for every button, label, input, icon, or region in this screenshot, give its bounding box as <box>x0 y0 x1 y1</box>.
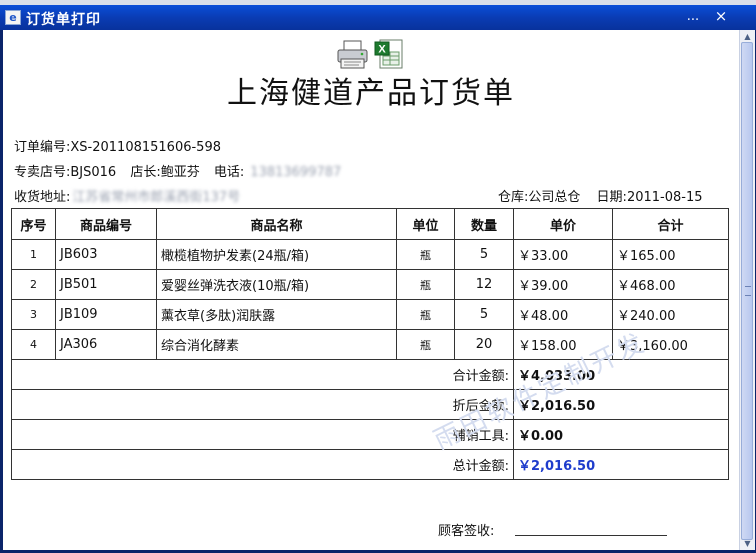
product-name: 综合消化酵素 <box>156 329 397 360</box>
order-table: 序号 商品编号 商品名称 单位 数量 单价 合计 1 JB603 橄榄植物护发素… <box>11 208 729 480</box>
unit: 瓶 <box>396 299 455 330</box>
order-number-row: 订单编号:XS-201108151606-598 <box>14 136 221 155</box>
summary-row-promo-tools: 辅销工具: ￥0.00 <box>11 419 729 450</box>
row-no: 4 <box>11 329 56 360</box>
header-no: 序号 <box>11 208 56 240</box>
promo-tools-value: ￥0.00 <box>513 419 729 450</box>
unit-price: ￥33.00 <box>513 239 613 270</box>
subtotal-value: ￥4,033.00 <box>513 359 729 390</box>
order-number-label: 订单编号: <box>14 140 71 155</box>
unit: 瓶 <box>396 329 455 360</box>
printer-icon[interactable] <box>335 40 371 70</box>
grand-total-value: ￥2,016.50 <box>513 449 729 480</box>
table-header-row: 序号 商品编号 商品名称 单位 数量 单价 合计 <box>11 208 729 240</box>
manager-label: 店长: <box>130 165 161 180</box>
quantity: 12 <box>454 269 514 300</box>
quantity: 5 <box>454 239 514 270</box>
product-code: JB603 <box>55 239 157 270</box>
row-no: 2 <box>11 269 56 300</box>
table-row: 2 JB501 爱婴丝弹洗衣液(10瓶/箱) 瓶 12 ￥39.00 ￥468.… <box>11 269 729 300</box>
manager-name: 鲍亚芬 <box>160 165 200 180</box>
line-total: ￥165.00 <box>612 239 729 270</box>
order-print-window: e 订货单打印 ... × X 上海健道产品订货单 订单编号:XS-201108… <box>0 0 756 553</box>
summary-row-subtotal: 合计金额: ￥4,033.00 <box>11 359 729 390</box>
unit-price: ￥158.00 <box>513 329 613 360</box>
unit-price: ￥39.00 <box>513 269 613 300</box>
app-icon: e <box>5 10 21 25</box>
subtotal-label: 合计金额: <box>11 359 514 390</box>
product-name: 爱婴丝弹洗衣液(10瓶/箱) <box>156 269 397 300</box>
store-number: BJS016 <box>70 165 117 180</box>
header-price: 单价 <box>513 208 613 240</box>
store-row: 专卖店号:BJS016 店长:鲍亚芬 电话: 13813699787 <box>14 161 341 180</box>
product-code: JB501 <box>55 269 157 300</box>
delivery-address: 江苏省常州市郎溪西街137号 <box>72 190 241 205</box>
store-number-label: 专卖店号: <box>14 165 71 180</box>
product-name: 橄榄植物护发素(24瓶/箱) <box>156 239 397 270</box>
product-code: JA306 <box>55 329 157 360</box>
grip-icon <box>745 286 751 296</box>
quantity: 20 <box>454 329 514 360</box>
help-button[interactable]: ... <box>684 9 702 26</box>
header-code: 商品编号 <box>55 208 157 240</box>
line-total: ￥468.00 <box>612 269 729 300</box>
header-total: 合计 <box>612 208 729 240</box>
row-no: 3 <box>11 299 56 330</box>
quantity: 5 <box>454 299 514 330</box>
summary-row-discounted: 折后金额: ￥2,016.50 <box>11 389 729 420</box>
product-code: JB109 <box>55 299 157 330</box>
line-total: ￥3,160.00 <box>612 329 729 360</box>
product-name: 薰衣草(多肽)润肤露 <box>156 299 397 330</box>
discounted-value: ￥2,016.50 <box>513 389 729 420</box>
row-no: 1 <box>11 239 56 270</box>
scroll-thumb[interactable] <box>741 42 753 540</box>
address-label: 收货地址: <box>14 190 71 205</box>
warehouse-date-row: 仓库:公司总仓 日期:2011-08-15 <box>498 186 703 205</box>
print-content: X 上海健道产品订货单 订单编号:XS-201108151606-598 专卖店… <box>3 30 739 550</box>
signature-label: 顾客签收: <box>438 524 495 539</box>
unit: 瓶 <box>396 269 455 300</box>
unit-price: ￥48.00 <box>513 299 613 330</box>
scroll-down-arrow-icon[interactable]: ▼ <box>741 537 754 550</box>
header-qty: 数量 <box>454 208 514 240</box>
order-number: XS-201108151606-598 <box>70 140 221 155</box>
phone-number: 13813699787 <box>250 165 342 180</box>
grand-total-label: 总计金额: <box>11 449 514 480</box>
document-title: 上海健道产品订货单 <box>227 76 515 111</box>
table-row: 1 JB603 橄榄植物护发素(24瓶/箱) 瓶 5 ￥33.00 ￥165.0… <box>11 239 729 270</box>
order-date: 2011-08-15 <box>626 190 703 205</box>
phone-label: 电话: <box>213 165 245 180</box>
excel-icon[interactable]: X <box>374 39 406 71</box>
warehouse: 公司总仓 <box>528 190 581 205</box>
warehouse-label: 仓库: <box>498 190 529 205</box>
promo-tools-label: 辅销工具: <box>11 419 514 450</box>
signature-line <box>515 535 667 536</box>
title-bar[interactable]: e 订货单打印 ... × <box>0 5 756 30</box>
close-button[interactable]: × <box>712 9 730 26</box>
line-total: ￥240.00 <box>612 299 729 330</box>
address-row: 收货地址: 江苏省常州市郎溪西街137号 <box>14 186 240 205</box>
date-label: 日期: <box>596 190 627 205</box>
svg-text:X: X <box>378 44 386 56</box>
summary-row-grand-total: 总计金额: ￥2,016.50 <box>11 449 729 480</box>
header-unit: 单位 <box>396 208 455 240</box>
window-title: 订货单打印 <box>26 12 101 28</box>
table-row: 4 JA306 综合消化酵素 瓶 20 ￥158.00 ￥3,160.00 <box>11 329 729 360</box>
discounted-label: 折后金额: <box>11 389 514 420</box>
header-name: 商品名称 <box>156 208 397 240</box>
unit: 瓶 <box>396 239 455 270</box>
vertical-scrollbar[interactable]: ▲ ▼ <box>739 30 755 550</box>
table-row: 3 JB109 薰衣草(多肽)润肤露 瓶 5 ￥48.00 ￥240.00 <box>11 299 729 330</box>
